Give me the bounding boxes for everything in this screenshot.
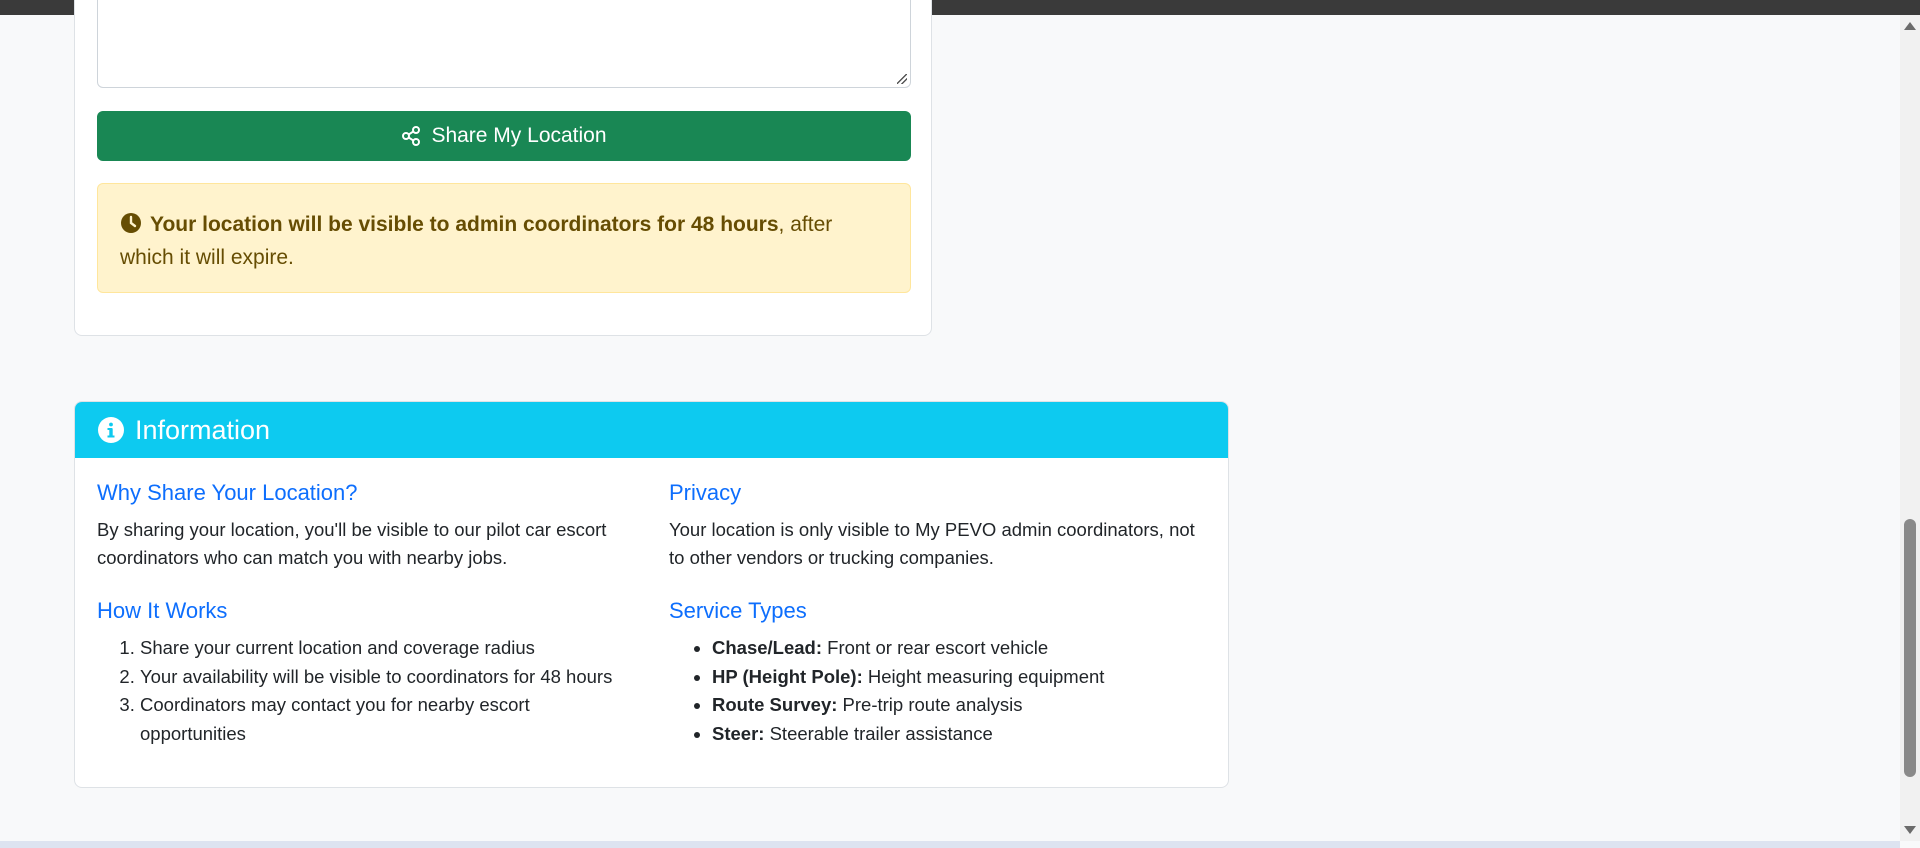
how-it-works-list: Share your current location and coverage… [97,634,637,748]
share-icon [402,126,421,146]
service-types-heading: Service Types [669,598,807,623]
info-left-column: Why Share Your Location? By sharing your… [97,478,637,748]
browser-bottom-bar [0,841,1900,848]
how-it-works-heading: How It Works [97,598,228,623]
service-label: Steer: [712,722,765,744]
list-item: Coordinators may contact you for nearby … [140,691,637,748]
service-label: Chase/Lead: [712,637,823,658]
information-header: Information [75,402,1228,458]
vertical-scrollbar[interactable] [1900,15,1920,841]
list-item: Steer: Steerable trailer assistance [712,720,1209,749]
service-desc: Steerable trailer assistance [764,722,993,744]
scroll-down-arrow-icon[interactable] [1904,826,1916,834]
service-desc: Front or rear escort vehicle [822,637,1049,658]
list-item: HP (Height Pole): Height measuring equip… [712,663,1209,692]
list-item: Your availability will be visible to coo… [140,663,637,692]
share-location-button[interactable]: Share My Location [97,111,911,161]
info-right-column: Privacy Your location is only visible to… [669,478,1209,748]
information-card: Information Why Share Your Location? By … [74,401,1229,788]
alert-bold-text: Your location will be visible to admin c… [150,213,779,236]
share-button-label: Share My Location [431,124,607,147]
information-title: Information [135,414,271,445]
service-desc: Height measuring equipment [862,665,1105,687]
why-share-text: By sharing your location, you'll be visi… [97,519,607,568]
notes-textarea[interactable] [97,0,911,88]
service-desc: Pre-trip route analysis [837,694,1023,715]
service-label: Route Survey: [712,694,838,715]
list-item: Chase/Lead: Front or rear escort vehicle [712,634,1209,663]
share-location-card: Share My Location Your location will be … [74,0,932,336]
scroll-up-arrow-icon[interactable] [1904,22,1916,30]
clock-icon [121,213,141,233]
list-item: Share your current location and coverage… [140,634,637,663]
service-types-list: Chase/Lead: Front or rear escort vehicle… [669,634,1209,748]
privacy-text: Your location is only visible to My PEVO… [669,519,1195,568]
privacy-heading: Privacy [669,480,742,505]
expiry-alert: Your location will be visible to admin c… [97,183,911,293]
resize-grip-icon[interactable] [897,74,907,84]
scroll-thumb[interactable] [1904,519,1916,777]
list-item: Route Survey: Pre-trip route analysis [712,691,1209,720]
why-share-heading: Why Share Your Location? [97,480,358,505]
info-circle-icon [98,417,124,443]
service-label: HP (Height Pole): [712,665,863,687]
